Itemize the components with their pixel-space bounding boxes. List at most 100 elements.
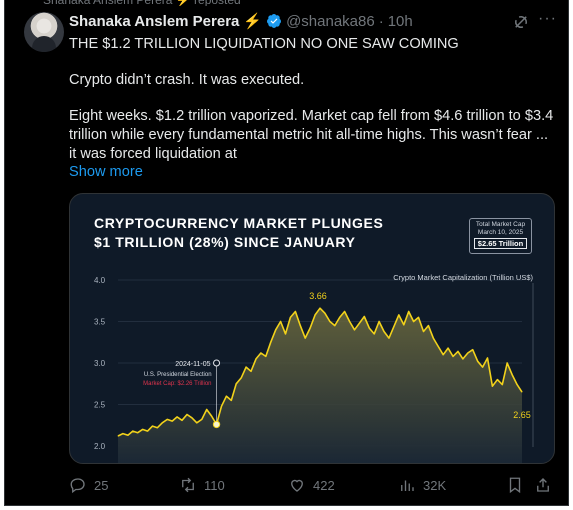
data-point bbox=[477, 360, 479, 362]
data-point bbox=[255, 358, 257, 360]
last-value-label: 2.65 bbox=[513, 410, 531, 420]
views-chart-icon bbox=[401, 480, 414, 491]
data-point bbox=[418, 316, 419, 318]
event-cap-label: Market Cap: $2.26 Trillion bbox=[143, 381, 211, 387]
data-point bbox=[413, 321, 415, 322]
data-point bbox=[122, 433, 124, 434]
grok-icon[interactable] bbox=[512, 13, 530, 31]
data-point bbox=[290, 316, 291, 318]
data-point bbox=[472, 349, 474, 351]
repost-button[interactable]: 110 bbox=[179, 476, 225, 494]
tweet-card: Shanaka Anslem Perera ⚡ reposted Shanaka… bbox=[4, 0, 569, 506]
data-point bbox=[368, 327, 370, 329]
data-point bbox=[506, 362, 508, 364]
y-tick-label: 4.0 bbox=[94, 276, 106, 285]
data-point bbox=[132, 430, 134, 432]
data-point bbox=[275, 329, 277, 331]
data-point bbox=[496, 379, 498, 380]
view-count: 32K bbox=[423, 477, 447, 493]
data-point bbox=[142, 429, 144, 430]
data-point bbox=[314, 314, 316, 316]
data-point bbox=[211, 415, 213, 417]
data-point bbox=[270, 341, 272, 343]
heart-icon bbox=[291, 479, 303, 492]
data-point bbox=[452, 355, 454, 357]
data-point bbox=[260, 352, 262, 354]
data-point bbox=[161, 422, 163, 424]
author-name[interactable]: Shanaka Anslem Perera bbox=[69, 13, 239, 30]
data-point bbox=[363, 316, 365, 317]
y-tick-label: 3.5 bbox=[94, 318, 106, 327]
lightning-emoji-icon: ⚡ bbox=[243, 13, 263, 30]
y-tick-label: 2.0 bbox=[94, 442, 106, 451]
data-point bbox=[349, 321, 350, 322]
data-point bbox=[359, 322, 360, 324]
tweet-line: Crypto didn’t crash. It was executed. bbox=[69, 72, 305, 88]
author-handle[interactable]: @shanaka86 bbox=[286, 13, 375, 30]
peak-value-label: 3.66 bbox=[309, 291, 327, 301]
bookmark-button[interactable] bbox=[506, 476, 524, 494]
tweet-actions: 25 110 422 32K bbox=[69, 476, 559, 496]
data-point bbox=[166, 419, 168, 420]
data-point bbox=[388, 337, 390, 339]
author-avatar[interactable] bbox=[24, 12, 64, 52]
data-point bbox=[354, 329, 355, 331]
data-point bbox=[324, 312, 326, 314]
series-label: Crypto Market Capitalization (Trillion U… bbox=[393, 273, 533, 282]
repost-count: 110 bbox=[204, 477, 225, 493]
show-more-link[interactable]: Show more bbox=[69, 164, 143, 180]
data-point bbox=[487, 357, 488, 359]
data-point bbox=[393, 326, 395, 327]
data-point bbox=[304, 337, 306, 339]
more-options-icon[interactable]: ··· bbox=[538, 10, 557, 28]
data-point bbox=[492, 385, 493, 387]
data-point bbox=[378, 321, 380, 322]
data-point bbox=[265, 355, 267, 357]
reply-count: 25 bbox=[94, 477, 109, 493]
data-point bbox=[117, 435, 119, 437]
share-button[interactable] bbox=[534, 476, 552, 494]
data-point bbox=[201, 419, 203, 420]
tweet-header: Shanaka Anslem Perera ⚡ @shanaka86 · 10h bbox=[69, 12, 413, 31]
data-point bbox=[181, 419, 183, 421]
data-point bbox=[250, 370, 252, 372]
event-date-label: 2024-11-05 bbox=[175, 361, 210, 368]
data-point bbox=[245, 366, 247, 368]
data-point bbox=[482, 366, 483, 368]
bookmark-icon bbox=[509, 477, 521, 494]
data-point bbox=[309, 327, 311, 329]
data-point bbox=[467, 352, 469, 354]
data-point bbox=[462, 358, 464, 360]
data-point bbox=[339, 316, 341, 318]
data-point bbox=[423, 331, 424, 332]
reply-icon bbox=[70, 478, 85, 494]
data-point bbox=[206, 409, 208, 410]
data-point bbox=[408, 311, 410, 312]
data-point bbox=[152, 425, 153, 427]
data-point bbox=[196, 422, 198, 424]
data-point bbox=[398, 314, 400, 316]
event-name-label: U.S. Presidential Election bbox=[144, 372, 212, 378]
y-tick-label: 3.0 bbox=[94, 359, 106, 368]
data-point bbox=[191, 417, 193, 419]
data-point bbox=[127, 434, 129, 436]
data-point bbox=[235, 383, 237, 385]
tweet-media-chart[interactable]: CRYPTOCURRENCY MARKET PLUNGES $1 TRILLIO… bbox=[69, 193, 555, 464]
data-point bbox=[403, 324, 405, 326]
data-point bbox=[516, 384, 518, 385]
event-marker-point bbox=[212, 420, 221, 429]
previous-tweet-cutoff: Shanaka Anslem Perera ⚡ reposted bbox=[43, 0, 343, 6]
data-point bbox=[294, 311, 296, 312]
repost-icon bbox=[182, 477, 194, 493]
data-point bbox=[299, 325, 301, 327]
like-button[interactable]: 422 bbox=[288, 476, 335, 494]
views-button[interactable]: 32K bbox=[398, 476, 446, 494]
data-point bbox=[285, 333, 286, 335]
data-point bbox=[344, 311, 346, 312]
data-point bbox=[186, 414, 188, 415]
data-point bbox=[280, 321, 281, 322]
data-point bbox=[334, 325, 336, 327]
post-time[interactable]: 10h bbox=[388, 13, 413, 30]
verified-badge-icon[interactable] bbox=[266, 13, 282, 29]
reply-button[interactable]: 25 bbox=[69, 476, 108, 494]
